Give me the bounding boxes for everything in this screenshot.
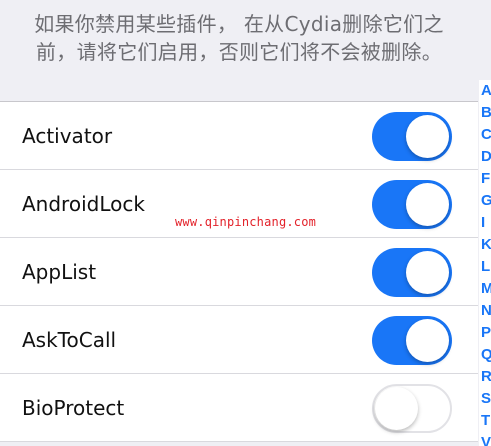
index-letter-p[interactable]: P — [479, 322, 491, 344]
index-letter-k[interactable]: K — [479, 234, 491, 256]
tweak-label: AskToCall — [22, 328, 117, 352]
index-letter-d[interactable]: D — [479, 146, 491, 168]
activator-toggle[interactable] — [372, 112, 452, 161]
watermark-text: www.qinpinchang.com — [175, 215, 317, 229]
section-index[interactable]: A B C D F G I K L M N P Q R S T V — [479, 80, 491, 446]
toggle-thumb — [406, 319, 449, 362]
warning-note-line-2: 前，请将它们启用，否则它们将不会被删除。 — [36, 40, 442, 64]
warning-note-line-1: 如果你禁用某些插件， 在从Cydia删除它们之 — [34, 12, 444, 36]
index-letter-l[interactable]: L — [479, 256, 491, 278]
tweak-label: Activator — [22, 124, 113, 148]
toggle-thumb — [406, 251, 449, 294]
applist-toggle[interactable] — [372, 248, 452, 297]
warning-note: 如果你禁用某些插件， 在从Cydia删除它们之 前，请将它们启用，否则它们将不会… — [0, 0, 478, 101]
index-letter-f[interactable]: F — [479, 168, 491, 190]
bioprotect-toggle[interactable] — [372, 384, 452, 433]
index-letter-m[interactable]: M — [479, 278, 491, 300]
tweak-row-asktocall: AskToCall — [0, 306, 478, 374]
tweak-row-activator: Activator — [0, 102, 478, 170]
index-letter-b[interactable]: B — [479, 102, 491, 124]
index-letter-t[interactable]: T — [479, 410, 491, 432]
toggle-thumb — [406, 115, 449, 158]
asktocall-toggle[interactable] — [372, 316, 452, 365]
index-letter-a[interactable]: A — [479, 80, 491, 102]
androidlock-toggle[interactable] — [372, 180, 452, 229]
index-letter-i[interactable]: I — [479, 212, 491, 234]
toggle-thumb — [406, 183, 449, 226]
tweak-list: Activator AndroidLock AppList AskToCall … — [0, 101, 478, 442]
tweak-label: BioProtect — [22, 396, 125, 420]
tweak-label: AndroidLock — [22, 192, 145, 216]
index-letter-v[interactable]: V — [479, 432, 491, 446]
index-letter-g[interactable]: G — [479, 190, 491, 212]
tweak-row-bioprotect: BioProtect — [0, 374, 478, 442]
tweak-row-applist: AppList — [0, 238, 478, 306]
tweak-label: AppList — [22, 260, 97, 284]
index-letter-n[interactable]: N — [479, 300, 491, 322]
index-letter-q[interactable]: Q — [479, 344, 491, 366]
toggle-thumb — [375, 387, 418, 430]
index-letter-r[interactable]: R — [479, 366, 491, 388]
index-letter-c[interactable]: C — [479, 124, 491, 146]
index-letter-s[interactable]: S — [479, 388, 491, 410]
